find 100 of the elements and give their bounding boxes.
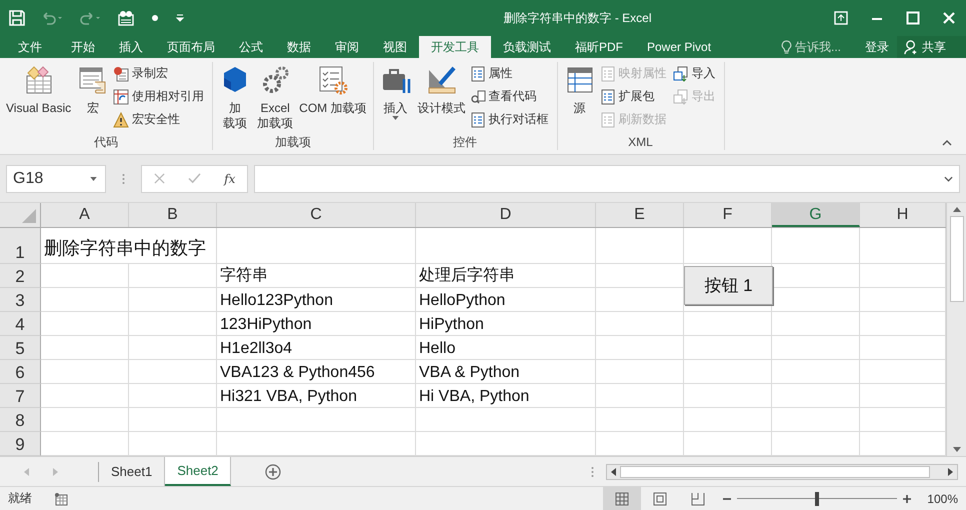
formula-field[interactable] (254, 164, 960, 192)
table-cell: H1e2ll3o4 (217, 336, 416, 360)
checklist-icon (316, 64, 349, 96)
ribbon-display-icon[interactable] (834, 11, 848, 25)
ribbon-tab[interactable]: 文件 (0, 36, 59, 58)
page-icon (653, 492, 668, 506)
form-button[interactable]: 按钮 1 (684, 266, 773, 305)
sheet-tab[interactable]: Sheet2 (165, 456, 232, 486)
ribbon-tab[interactable]: 页面布局 (155, 36, 227, 58)
customize-icon[interactable] (175, 13, 185, 23)
column-header[interactable]: D (416, 203, 596, 227)
row-header[interactable]: 5 (0, 336, 41, 360)
code-view-icon (470, 88, 486, 104)
maximize-icon[interactable] (906, 11, 920, 25)
ribbon-tab[interactable]: 开始 (59, 36, 107, 58)
window-title: 删除字符串中的数字 - Excel (502, 10, 652, 26)
form-icon[interactable] (117, 10, 135, 26)
macro-record-icon[interactable] (54, 492, 68, 506)
ribbon-button[interactable]: 录制宏 (113, 62, 208, 85)
ribbon-button[interactable]: 宏安全性 (113, 108, 208, 131)
ribbon-tab[interactable]: 数据 (275, 36, 323, 58)
share-button[interactable]: 共享 (897, 36, 966, 58)
scroll-left-icon[interactable] (611, 468, 616, 476)
ribbon-button[interactable]: 宏 (75, 62, 112, 116)
column-header[interactable]: E (596, 203, 684, 227)
ribbon-tab[interactable]: 视图 (371, 36, 419, 58)
ribbon-button[interactable]: 源 (562, 62, 598, 116)
grid-icon (113, 88, 130, 104)
tell-me-field[interactable]: 告诉我... (795, 40, 851, 54)
ribbon-button[interactable]: 加 载项 (217, 62, 254, 131)
collapse-icon[interactable] (942, 140, 952, 146)
zoom-level[interactable]: 100% (927, 492, 958, 506)
table-icon (600, 66, 616, 82)
ribbon-button[interactable]: Excel 加载项 (255, 62, 296, 131)
ribbon-button[interactable]: 查看代码 (470, 85, 552, 108)
check-icon[interactable] (188, 173, 201, 184)
column-header[interactable]: C (217, 203, 416, 227)
status-text: 就绪 (8, 490, 32, 507)
ribbon-button[interactable]: 设计模式 (416, 62, 468, 116)
warning-icon (113, 112, 130, 128)
scroll-up-icon[interactable] (952, 207, 960, 212)
ribbon-button[interactable]: 执行对话框 (470, 108, 552, 131)
document-icon (600, 112, 616, 128)
close-icon[interactable] (942, 11, 956, 25)
name-box[interactable]: G18 (6, 164, 106, 192)
dot-icon[interactable] (151, 14, 159, 22)
table-cell: VBA123 & Python456 (217, 360, 416, 384)
row-header[interactable]: 9 (0, 432, 41, 456)
group-label: 加载项 (274, 134, 312, 150)
zoom-in-icon[interactable] (903, 494, 912, 502)
row-header[interactable]: 4 (0, 312, 41, 336)
ruler-pencil-icon (426, 64, 458, 96)
dialog-icon (470, 112, 486, 128)
expand-icon[interactable] (944, 176, 953, 182)
column-header[interactable]: B (129, 203, 217, 227)
vertical-scrollbar[interactable] (946, 203, 966, 456)
sign-in-link[interactable]: 登录 (857, 36, 897, 58)
row-header[interactable]: 3 (0, 288, 41, 312)
ribbon-tab[interactable]: 负载测试 (491, 36, 563, 58)
ribbon-tab[interactable]: Power Pivot (635, 36, 724, 58)
table-cell: HiPython (416, 312, 596, 336)
table-cell: HelloPython (416, 288, 596, 312)
group-label: XML (627, 134, 654, 150)
table-cell: 处理后字符串 (416, 264, 596, 288)
ribbon-tab[interactable]: 公式 (227, 36, 275, 58)
row-header[interactable]: 8 (0, 408, 41, 432)
scroll-thumb[interactable] (950, 216, 964, 302)
ribbon-button[interactable]: COM 加载项 (297, 62, 368, 116)
ribbon-button[interactable]: Visual Basic (4, 62, 74, 116)
horizontal-scrollbar[interactable] (606, 464, 958, 480)
ribbon-tab[interactable]: 福昕PDF (563, 36, 635, 58)
view-button[interactable] (603, 487, 642, 510)
export-icon (672, 88, 688, 104)
ribbon-button[interactable]: 使用相对引用 (113, 85, 208, 108)
ribbon-button[interactable]: 扩展包 (600, 85, 670, 108)
ribbon-button[interactable]: 插入 (378, 62, 414, 120)
slider-thumb[interactable] (815, 492, 820, 506)
row-header[interactable]: 2 (0, 264, 41, 288)
table-cell: 字符串 (217, 264, 416, 288)
ribbon-tab[interactable]: 插入 (107, 36, 155, 58)
ribbon-tab[interactable]: 审阅 (323, 36, 371, 58)
lightbulb-icon[interactable] (781, 40, 792, 54)
ribbon-button[interactable]: 导入 (672, 62, 720, 85)
table-cell: Hi321 VBA, Python (217, 384, 416, 408)
scroll-right-icon[interactable] (948, 468, 953, 476)
save-icon[interactable] (9, 10, 25, 26)
column-header[interactable]: A (41, 203, 129, 227)
insert-function-button[interactable]: fx (224, 172, 236, 186)
dropdown-icon (90, 176, 97, 180)
ribbon-tab[interactable]: 开发工具 (419, 36, 491, 58)
row-header[interactable]: 1 (0, 228, 41, 264)
row-header[interactable]: 7 (0, 384, 41, 408)
scroll-thumb[interactable] (620, 466, 930, 478)
record-icon (113, 66, 130, 82)
scroll-down-icon[interactable] (952, 447, 960, 452)
ribbon-button[interactable]: 属性 (470, 62, 552, 85)
column-header[interactable]: G (772, 203, 860, 227)
add-sheet-icon[interactable] (265, 464, 282, 480)
row-header[interactable]: 6 (0, 360, 41, 384)
group-label: 控件 (452, 134, 478, 150)
